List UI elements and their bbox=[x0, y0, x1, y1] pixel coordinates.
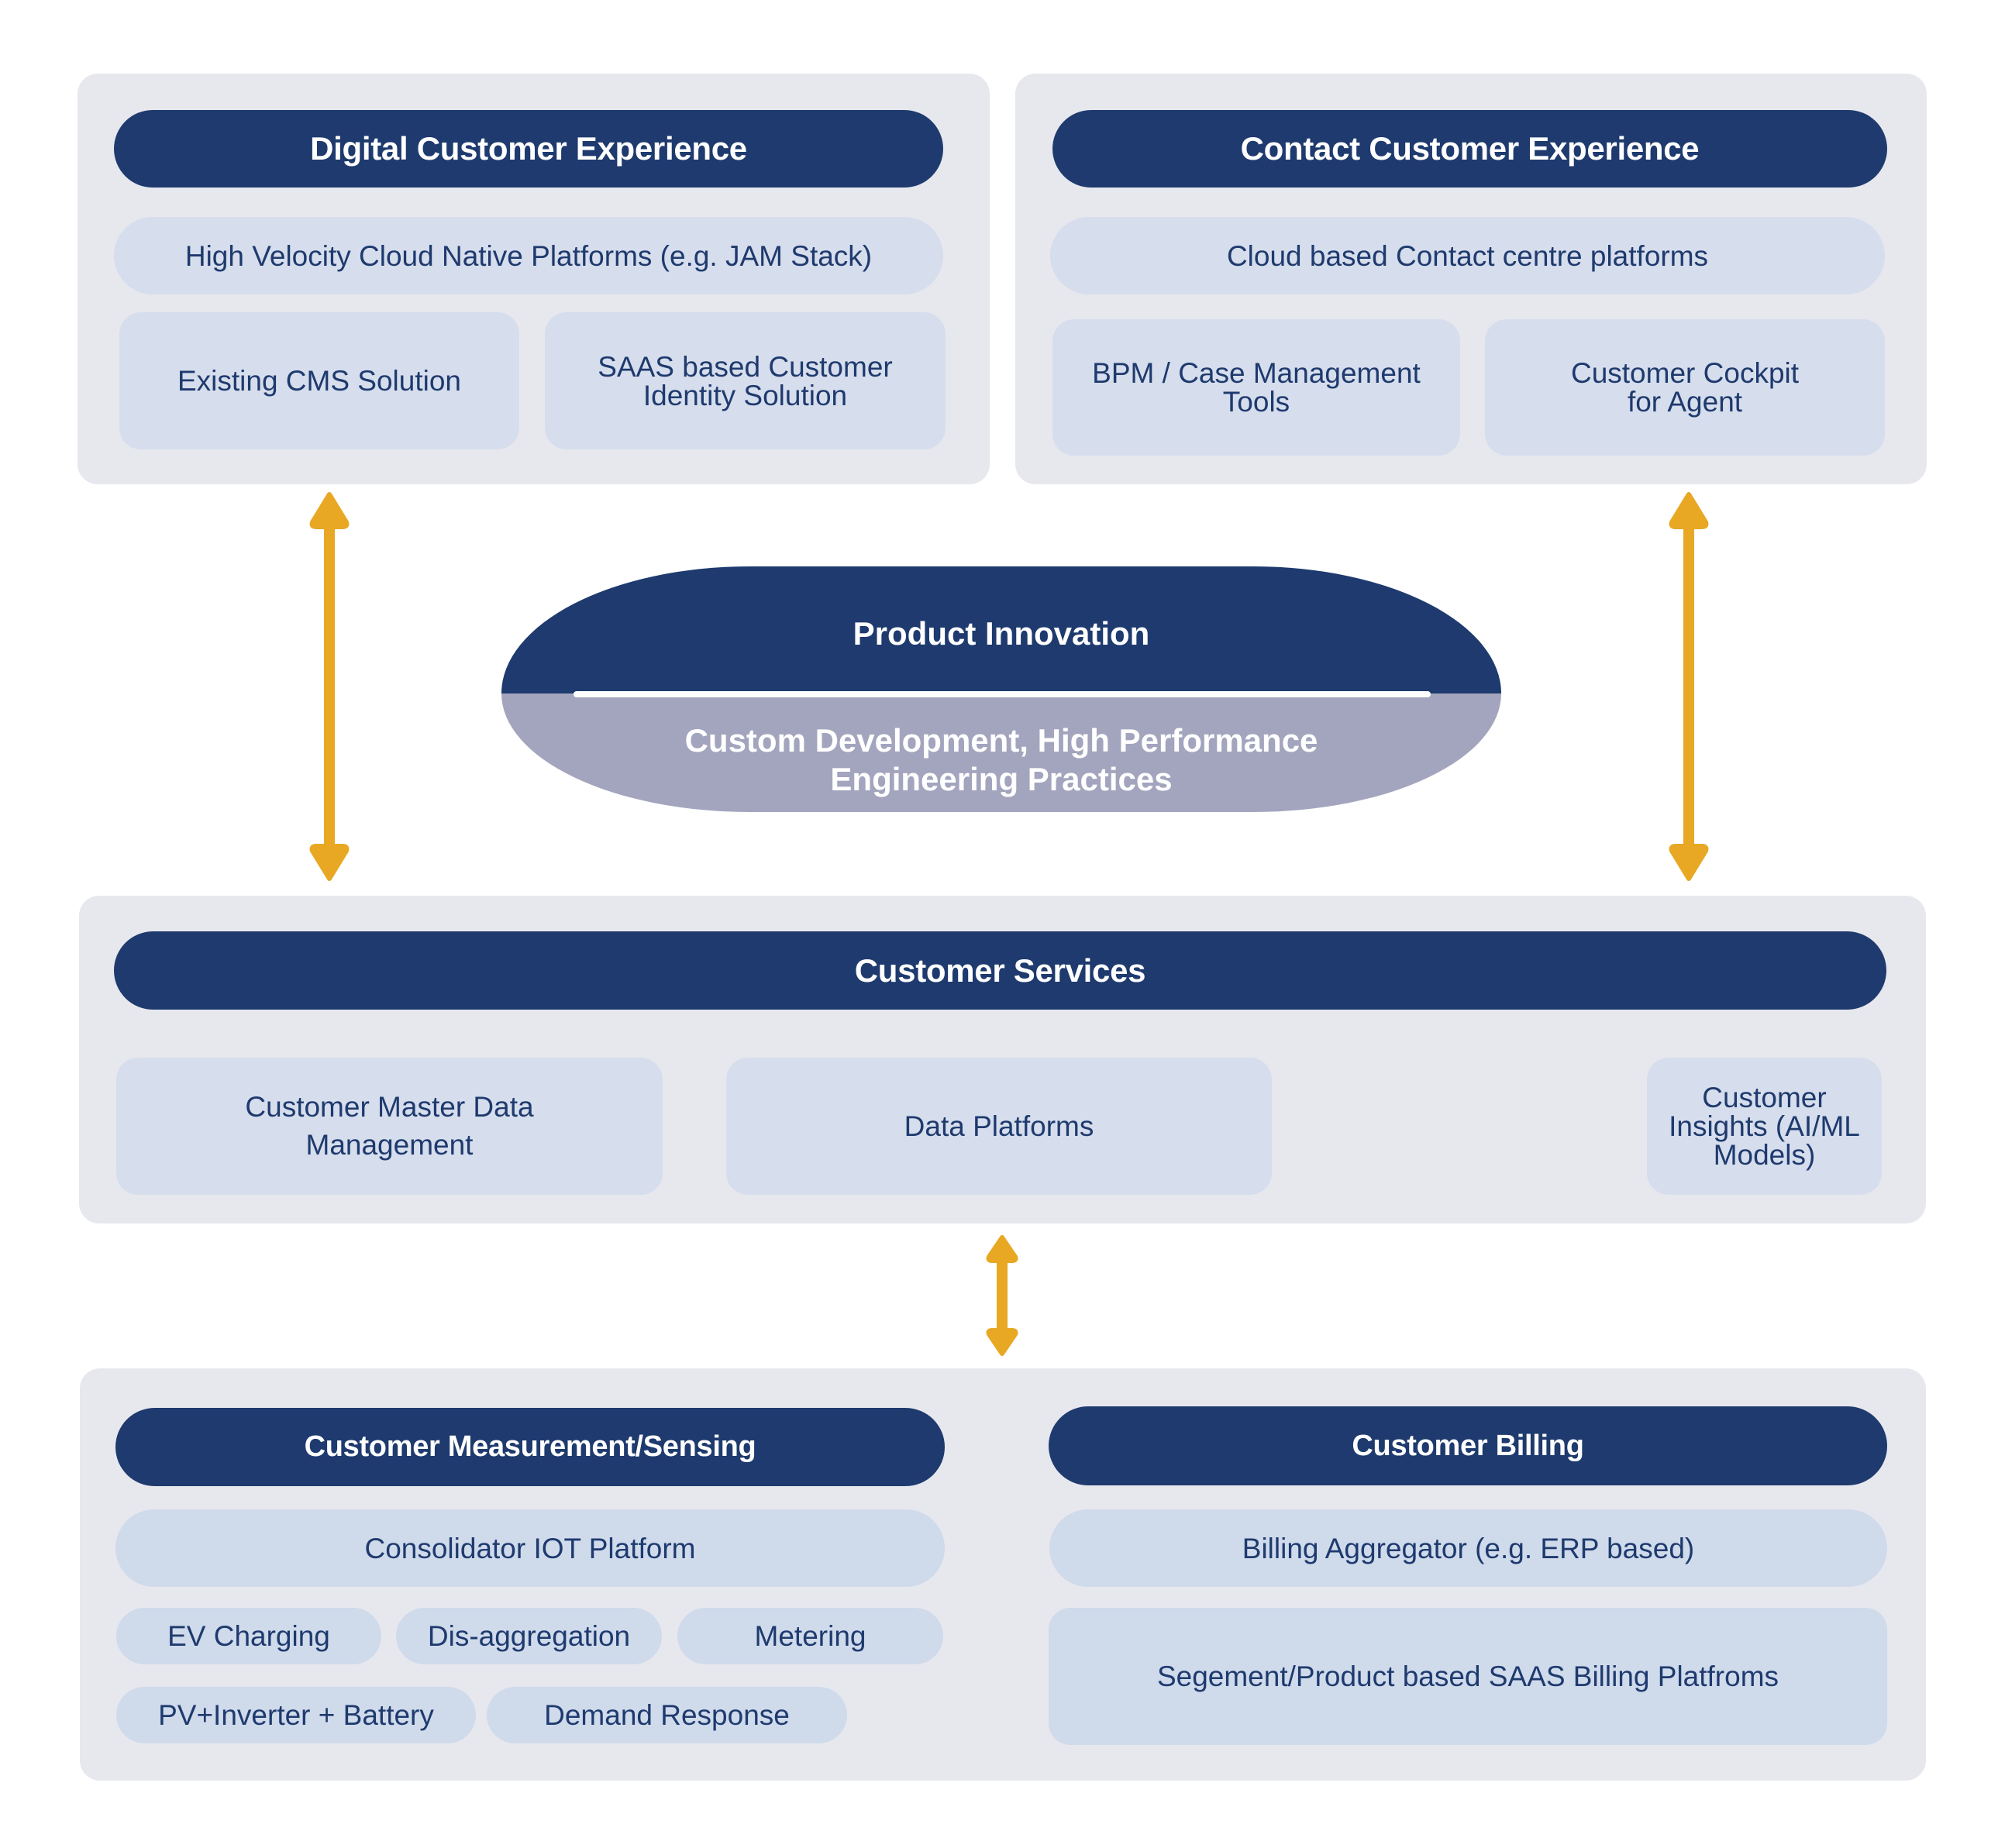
customer-services-title: Customer Services bbox=[114, 931, 1886, 1010]
customer-services-item-master-data: Customer Master Data Management bbox=[116, 1058, 663, 1195]
arrow-shaft bbox=[324, 519, 335, 854]
arrow-head-down bbox=[986, 1328, 1018, 1356]
measurement-chip-ev-charging: EV Charging bbox=[116, 1608, 381, 1664]
arrow-head-down bbox=[1669, 844, 1709, 881]
measurement-chip-metering: Metering bbox=[677, 1608, 943, 1664]
product-innovation-subtitle-line1: Custom Development, High Performance bbox=[684, 722, 1318, 759]
product-innovation-divider bbox=[574, 691, 1431, 697]
digital-cx-title: Digital Customer Experience bbox=[114, 110, 943, 188]
arrow-contact-cx-services bbox=[1669, 492, 1709, 881]
arrow-digital-cx-services bbox=[309, 492, 350, 881]
arrow-head-up bbox=[986, 1235, 1018, 1263]
measurement-chip-disaggregation: Dis-aggregation bbox=[396, 1608, 662, 1664]
measurement-chip-pv-battery: PV+Inverter + Battery bbox=[116, 1687, 476, 1743]
measurement-title: Customer Measurement/Sensing bbox=[115, 1408, 945, 1486]
contact-cx-item-cockpit: Customer Cockpit for Agent bbox=[1485, 319, 1885, 456]
digital-cx-item-cms: Existing CMS Solution bbox=[119, 312, 519, 449]
arrow-head-down bbox=[309, 844, 350, 881]
arrow-shaft bbox=[1683, 519, 1694, 854]
billing-platform: Billing Aggregator (e.g. ERP based) bbox=[1049, 1509, 1887, 1587]
arrow-services-operations bbox=[986, 1235, 1018, 1356]
contact-cx-platform: Cloud based Contact centre platforms bbox=[1050, 217, 1885, 294]
contact-cx-item-bpm: BPM / Case Management Tools bbox=[1052, 319, 1460, 456]
product-innovation-title: Product Innovation bbox=[501, 566, 1501, 693]
billing-title: Customer Billing bbox=[1049, 1406, 1887, 1485]
digital-cx-item-identity: SAAS based Customer Identity Solution bbox=[545, 312, 946, 449]
customer-services-item-data-platforms: Data Platforms bbox=[726, 1058, 1272, 1195]
measurement-chip-demand-response: Demand Response bbox=[487, 1687, 847, 1743]
arrow-head-up bbox=[309, 492, 350, 529]
measurement-platform: Consolidator IOT Platform bbox=[115, 1509, 945, 1587]
digital-cx-platform: High Velocity Cloud Native Platforms (e.… bbox=[114, 217, 943, 294]
arrow-shaft bbox=[997, 1255, 1008, 1336]
product-innovation-subtitle-line2: Engineering Practices bbox=[830, 760, 1173, 797]
product-innovation-body: Custom Development, High Performance Eng… bbox=[501, 693, 1501, 812]
arrow-head-up bbox=[1669, 492, 1709, 529]
billing-item-saas: Segement/Product based SAAS Billing Plat… bbox=[1049, 1608, 1887, 1745]
customer-services-item-insights: Customer Insights (AI/ML Models) bbox=[1647, 1058, 1882, 1195]
contact-cx-title: Contact Customer Experience bbox=[1052, 110, 1887, 188]
